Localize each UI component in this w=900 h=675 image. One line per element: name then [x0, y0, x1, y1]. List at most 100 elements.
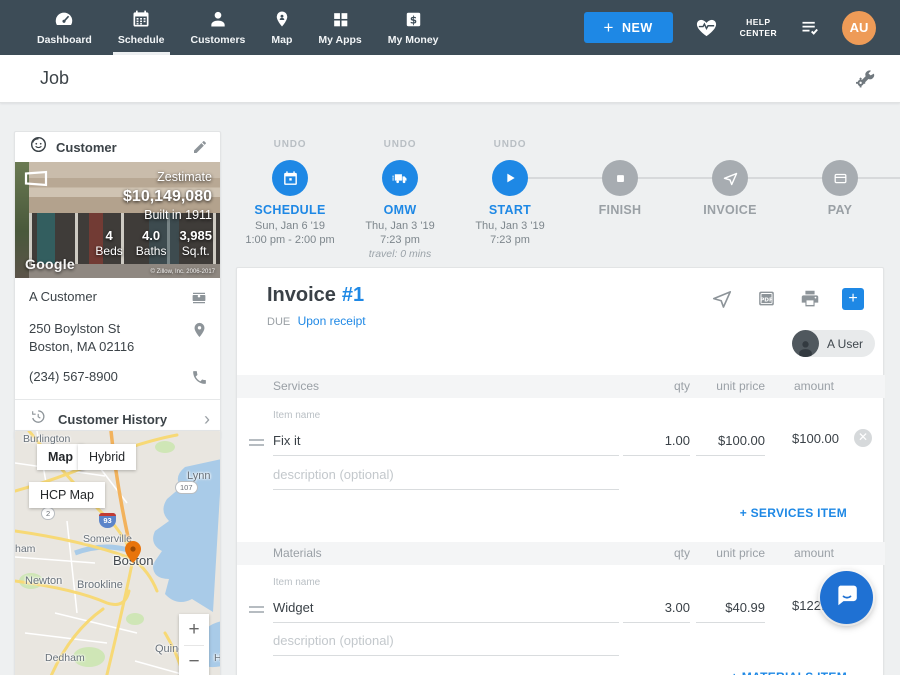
streetview-pano-icon: [23, 170, 49, 192]
send-invoice-icon[interactable]: [710, 288, 734, 310]
service-qty-input[interactable]: [623, 426, 690, 456]
map-marker-pin[interactable]: [125, 541, 141, 568]
edit-pencil-icon[interactable]: [192, 139, 208, 155]
material-qty-input[interactable]: [623, 593, 690, 623]
map-canvas[interactable]: Burlington Lynn Somerville ham Boston Ne…: [15, 431, 221, 675]
help-center-line1: HELP: [740, 17, 777, 28]
remove-service-item-button[interactable]: ✕: [854, 429, 872, 447]
start-step-play-icon[interactable]: [492, 160, 528, 196]
customer-phone: (234) 567-8900: [29, 368, 118, 386]
customer-card-header: Customer: [15, 132, 220, 162]
undo-button[interactable]: UNDO: [235, 139, 345, 150]
col-amount: amount: [749, 375, 834, 398]
finish-step-stop-icon[interactable]: [602, 160, 638, 196]
zestimate-label: Zestimate: [123, 169, 212, 186]
customer-address-row: 250 Boylston St Boston, MA 02116: [29, 320, 208, 355]
nav-label: My Apps: [318, 34, 361, 46]
built-year: Built in 1911: [123, 207, 212, 224]
contact-card-icon[interactable]: [190, 288, 208, 307]
col-qty: qty: [623, 542, 690, 565]
invoice-actions: PDF +: [710, 288, 864, 310]
plus-icon: +: [604, 18, 614, 38]
help-center-link[interactable]: HELP CENTER: [740, 17, 777, 38]
stat-beds: 4 Beds: [95, 228, 122, 258]
chat-widget-button[interactable]: [820, 571, 873, 624]
pdf-icon[interactable]: PDF: [755, 288, 778, 310]
customers-icon: [208, 7, 228, 31]
nav-item-schedule[interactable]: Schedule: [105, 0, 178, 55]
add-materials-item-link[interactable]: + MATERIALS ITEM: [731, 670, 847, 675]
user-avatar[interactable]: AU: [842, 11, 876, 45]
chevron-right-icon: ›: [204, 410, 210, 428]
invoice-number: #1: [342, 284, 364, 306]
nav-item-dashboard[interactable]: Dashboard: [24, 0, 105, 55]
content-area: Customer Zestimate $10,149,080 Built in …: [0, 103, 900, 675]
schedule-step-calendar-icon[interactable]: [272, 160, 308, 196]
nav-item-customers[interactable]: Customers: [178, 0, 259, 55]
undo-button[interactable]: UNDO: [455, 139, 565, 150]
job-settings-wrench-gear-icon[interactable]: [854, 68, 876, 90]
location-pin-icon[interactable]: [191, 320, 208, 339]
assignee-chip[interactable]: A User: [792, 330, 875, 357]
customer-address: 250 Boylston St Boston, MA 02116: [29, 320, 134, 355]
nav-label: Map: [271, 34, 292, 46]
service-description-input[interactable]: [273, 460, 619, 490]
page-title: Job: [40, 68, 69, 89]
activity-list-check-icon[interactable]: [798, 17, 821, 38]
health-heart-icon[interactable]: [694, 16, 719, 39]
route-107-shield: 107: [175, 481, 198, 494]
zoom-in-button[interactable]: +: [179, 614, 209, 645]
phone-icon[interactable]: [191, 368, 208, 386]
money-icon: $: [404, 7, 423, 31]
map-type-button-hybrid[interactable]: Hybrid: [78, 444, 136, 470]
property-photo[interactable]: Zestimate $10,149,080 Built in 1911 4 Be…: [15, 162, 220, 278]
app-window: Dashboard Schedule Customers Map My Apps: [0, 0, 900, 675]
pay-step-card-icon[interactable]: [822, 160, 858, 196]
customer-face-icon: [29, 135, 48, 159]
page-header: Job: [0, 55, 900, 103]
invoice-due-row: DUE Upon receipt: [267, 314, 366, 328]
materials-section-header: Materials qty unit price amount: [237, 542, 885, 565]
add-invoice-button[interactable]: +: [842, 288, 864, 310]
nav-label: Dashboard: [37, 34, 92, 46]
map-zoom-control: + −: [179, 614, 209, 675]
undo-button[interactable]: UNDO: [345, 139, 455, 150]
zestimate-value: $10,149,080: [123, 186, 212, 208]
history-icon: [29, 408, 46, 430]
material-item-name-input[interactable]: [273, 593, 619, 623]
stat-baths: 4.0 Baths: [136, 228, 167, 258]
services-section-header: Services qty unit price amount: [237, 375, 885, 398]
schedule-icon: [131, 7, 151, 31]
col-amount: amount: [749, 542, 834, 565]
service-item-name-input[interactable]: [273, 426, 619, 456]
customer-history-label: Customer History: [58, 412, 167, 427]
svg-text:$: $: [410, 14, 417, 26]
item-name-label: Item name: [273, 577, 320, 588]
zoom-out-button[interactable]: −: [179, 646, 209, 675]
top-nav: Dashboard Schedule Customers Map My Apps: [0, 0, 900, 55]
customer-name-row: A Customer: [29, 288, 208, 307]
chat-bubble-icon: [833, 581, 861, 614]
svg-text:PDF: PDF: [760, 297, 773, 303]
omw-step-truck-icon[interactable]: [382, 160, 418, 196]
drag-handle[interactable]: [249, 603, 264, 616]
nav-item-my-money[interactable]: $ My Money: [375, 0, 452, 55]
zestimate-block: Zestimate $10,149,080 Built in 1911: [123, 169, 212, 224]
material-description-input[interactable]: [273, 626, 619, 656]
nav-item-map[interactable]: Map: [258, 0, 305, 55]
item-name-label: Item name: [273, 410, 320, 421]
nav-item-my-apps[interactable]: My Apps: [305, 0, 374, 55]
stat-sqft: 3,985 Sq.ft.: [179, 228, 212, 258]
drag-handle[interactable]: [249, 436, 264, 449]
property-stats: 4 Beds 4.0 Baths 3,985 Sq.ft.: [95, 228, 212, 258]
invoice-step-send-icon[interactable]: [712, 160, 748, 196]
map-type-button-map[interactable]: Map: [37, 444, 84, 470]
col-qty: qty: [623, 375, 690, 398]
print-icon[interactable]: [799, 288, 821, 310]
map-type-button-hcp-map[interactable]: HCP Map: [29, 482, 105, 508]
add-services-item-link[interactable]: + SERVICES ITEM: [740, 506, 847, 520]
new-button[interactable]: + NEW: [584, 12, 673, 43]
due-terms-link[interactable]: Upon receipt: [298, 314, 366, 328]
customer-name: A Customer: [29, 288, 97, 306]
customer-card: Customer Zestimate $10,149,080 Built in …: [14, 131, 221, 439]
